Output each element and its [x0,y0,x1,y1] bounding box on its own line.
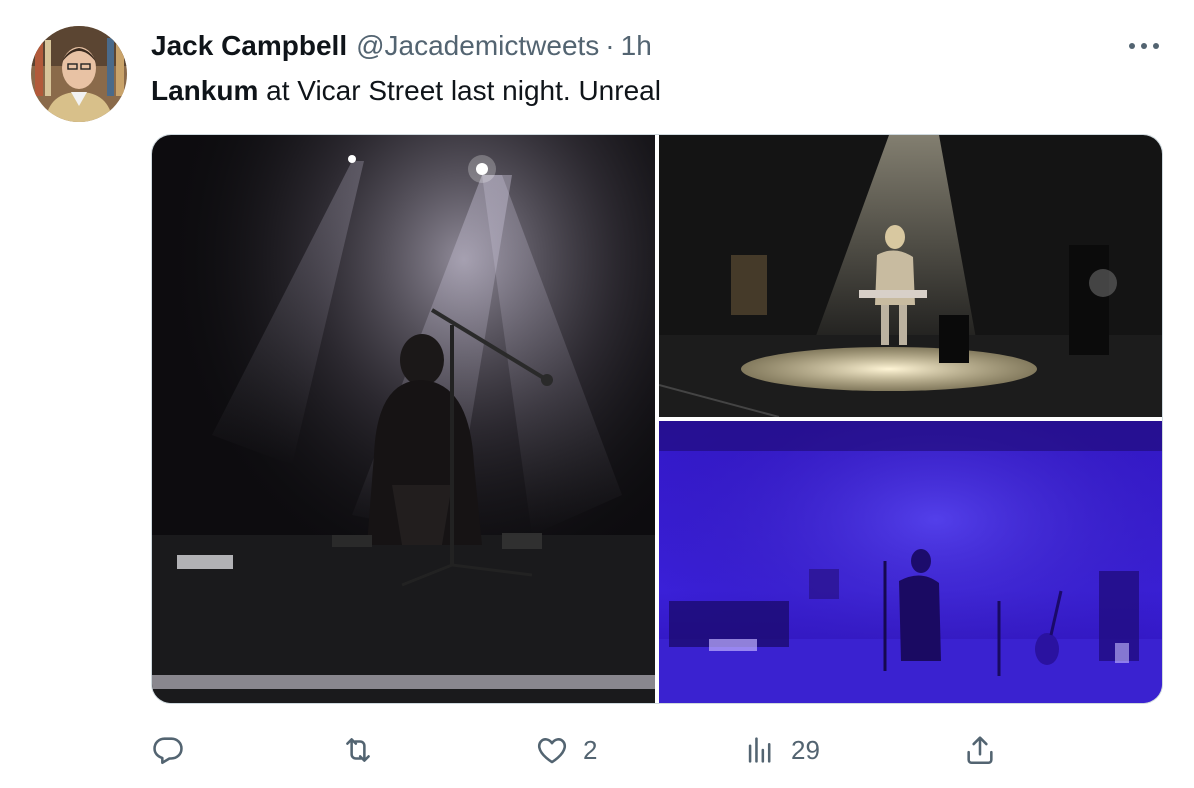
tweet-header: Jack Campbell @Jacademictweets · 1h [151,28,652,64]
retweet-button[interactable] [341,728,389,772]
views-icon [748,737,771,763]
photo-1[interactable] [152,135,655,703]
separator-dot: · [605,30,615,61]
photo-3-image [659,421,1162,703]
tweet-body: at Vicar Street last night. Unreal [258,75,661,106]
like-button[interactable]: 2 [535,728,597,772]
author-handle[interactable]: @Jacademictweets [356,28,599,64]
action-bar: 2 29 [151,728,1011,772]
mention-link[interactable]: Lankum [151,75,258,106]
photo-1-image [152,135,655,703]
avatar-image [31,26,127,122]
reply-icon [153,737,183,765]
photo-2[interactable] [659,135,1162,417]
like-icon [537,738,567,764]
share-button[interactable] [963,728,997,772]
views-count: 29 [791,734,820,765]
avatar[interactable] [31,26,127,122]
share-icon [967,736,993,765]
more-options-button[interactable] [1122,30,1166,62]
photo-2-image [659,135,1162,417]
author-name[interactable]: Jack Campbell [151,28,347,64]
tweet-text: Lankum at Vicar Street last night. Unrea… [151,72,661,110]
like-count: 2 [583,734,598,765]
more-icon [1129,43,1159,49]
retweet-icon [346,738,370,762]
media-grid [151,134,1163,704]
tweet-timestamp[interactable]: 1h [621,28,652,64]
reply-button[interactable] [151,728,199,772]
views-button[interactable]: 29 [743,728,820,772]
photo-3[interactable] [659,421,1162,703]
